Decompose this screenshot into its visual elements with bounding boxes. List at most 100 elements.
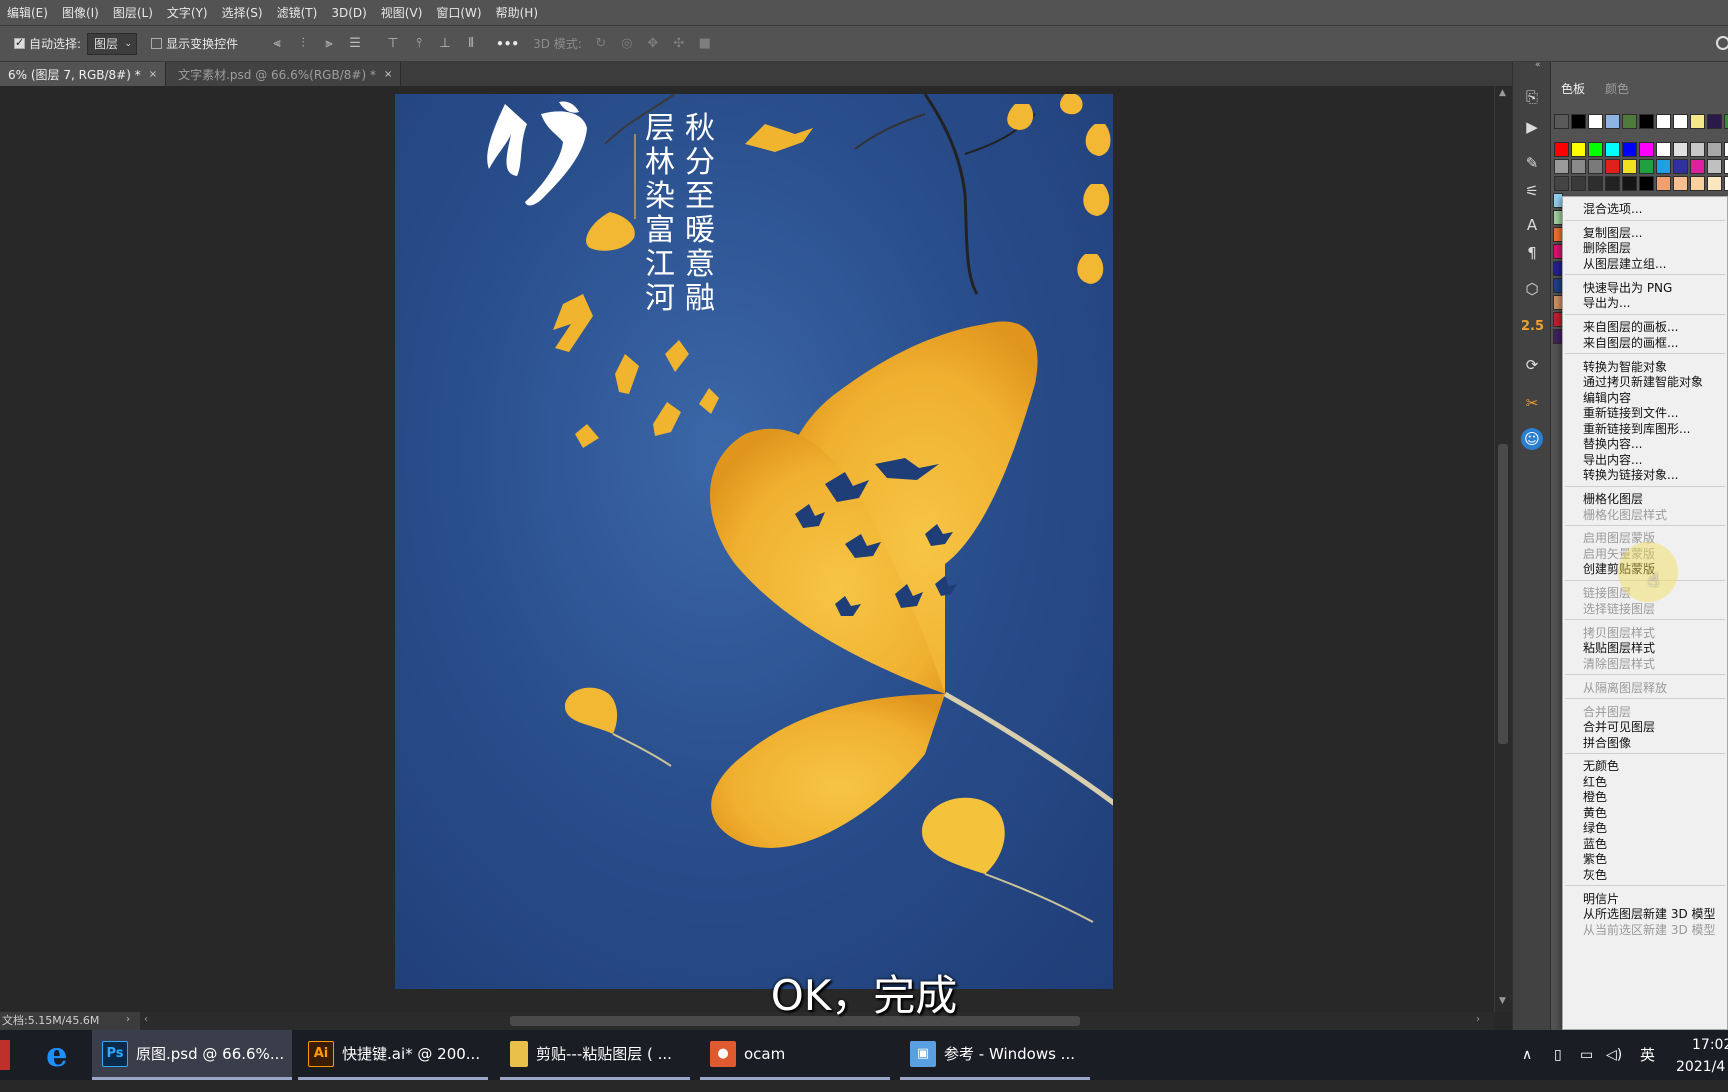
color-swatch[interactable] <box>1605 176 1620 191</box>
color-swatch[interactable] <box>1639 159 1654 174</box>
menu-layer[interactable]: 图层(L) <box>106 4 160 21</box>
context-menu-item[interactable]: 通过拷贝新建智能对象 <box>1583 374 1703 390</box>
color-swatch[interactable] <box>1554 142 1569 157</box>
color-swatch[interactable] <box>1656 114 1671 129</box>
canvas-area[interactable]: 秋分至暖意融 层林染富江河 <box>0 86 1494 1012</box>
context-menu-item[interactable]: 混合选项... <box>1583 201 1642 217</box>
color-swatch[interactable] <box>1656 159 1671 174</box>
context-menu-item[interactable]: 重新链接到库图形... <box>1583 421 1690 437</box>
taskbar-photos[interactable]: ▣ 参考 - Windows ... <box>900 1030 1090 1080</box>
color-swatch[interactable] <box>1588 142 1603 157</box>
context-menu-item[interactable]: 黄色 <box>1583 805 1607 821</box>
align-top-icon[interactable]: ⊤ <box>385 36 401 52</box>
context-menu-item[interactable]: 来自图层的画框... <box>1583 335 1678 351</box>
color-swatch[interactable] <box>1571 176 1586 191</box>
taskbar-illustrator[interactable]: Ai 快捷键.ai* @ 200... <box>298 1030 488 1080</box>
collapse-panels-icon[interactable]: « <box>1535 60 1541 70</box>
color-swatch[interactable] <box>1724 114 1728 129</box>
tab-swatches[interactable]: 色板 <box>1551 76 1595 102</box>
ime-indicator[interactable]: 英 <box>1640 1030 1655 1080</box>
3d-roll-icon[interactable]: ◎ <box>619 36 635 52</box>
color-swatch[interactable] <box>1690 176 1705 191</box>
3d-camera-icon[interactable]: ■ <box>697 36 713 52</box>
context-menu-item[interactable]: 蓝色 <box>1583 836 1607 852</box>
context-menu-item[interactable]: 编辑内容 <box>1583 390 1631 406</box>
color-swatch[interactable] <box>1707 159 1722 174</box>
menu-view[interactable]: 视图(V) <box>374 4 430 21</box>
menu-help[interactable]: 帮助(H) <box>489 4 545 21</box>
plugin-number-icon[interactable]: 2.5 <box>1521 316 1544 338</box>
color-swatch[interactable] <box>1554 159 1569 174</box>
context-menu-item[interactable]: 粘贴图层样式 <box>1583 640 1655 656</box>
3d-slide-icon[interactable]: ✣ <box>671 36 687 52</box>
color-swatch[interactable] <box>1707 142 1722 157</box>
taskbar-photoshop[interactable]: Ps 原图.psd @ 66.6%... <box>92 1030 292 1080</box>
context-menu-item[interactable]: 删除图层 <box>1583 240 1631 256</box>
color-swatch[interactable] <box>1690 142 1705 157</box>
character-icon[interactable]: A <box>1521 214 1543 236</box>
3d-orbit-icon[interactable]: ↻ <box>593 36 609 52</box>
tab-document-2[interactable]: 文字素材.psd @ 66.6%(RGB/8#) * × <box>166 62 402 86</box>
document-canvas[interactable]: 秋分至暖意融 层林染富江河 <box>395 94 1113 989</box>
context-menu-item[interactable]: 绿色 <box>1583 820 1607 836</box>
network-icon[interactable]: ▭ <box>1580 1030 1593 1080</box>
color-swatch[interactable] <box>1690 114 1705 129</box>
color-swatch[interactable] <box>1673 114 1688 129</box>
avatar-plugin-icon[interactable]: ☺ <box>1521 428 1543 450</box>
align-bottom-icon[interactable]: ⊥ <box>437 36 453 52</box>
color-swatch[interactable] <box>1622 176 1637 191</box>
volume-icon[interactable]: ◁) <box>1606 1030 1622 1080</box>
color-swatch[interactable] <box>1605 142 1620 157</box>
context-menu-item[interactable]: 从图层建立组... <box>1583 256 1666 272</box>
align-right-icon[interactable]: ⫸ <box>321 36 337 52</box>
align-left-icon[interactable]: ⫷ <box>269 36 285 52</box>
color-swatch[interactable] <box>1588 114 1603 129</box>
brush-settings-icon[interactable]: ✎ <box>1521 152 1543 174</box>
chevron-up-icon[interactable]: ∧ <box>1522 1030 1532 1080</box>
color-swatch[interactable] <box>1622 159 1637 174</box>
menu-edit[interactable]: 编辑(E) <box>0 4 55 21</box>
app-icon-partial[interactable] <box>0 1040 10 1070</box>
context-menu-item[interactable]: 重新链接到文件... <box>1583 405 1678 421</box>
context-menu-item[interactable]: 转换为智能对象 <box>1583 359 1667 375</box>
menu-image[interactable]: 图像(I) <box>55 4 106 21</box>
clock-date[interactable]: 2021/4 <box>1676 1042 1725 1092</box>
refresh-icon[interactable]: ⟳ <box>1521 354 1543 376</box>
color-swatch[interactable] <box>1605 159 1620 174</box>
align-center-icon[interactable]: ⫶ <box>295 36 311 52</box>
context-menu-item[interactable]: 红色 <box>1583 774 1607 790</box>
context-menu-item[interactable]: 快速导出为 PNG <box>1583 280 1672 296</box>
auto-select-checkbox[interactable] <box>14 36 25 49</box>
color-swatch[interactable] <box>1724 142 1728 157</box>
tab-color[interactable]: 颜色 <box>1595 76 1639 102</box>
distribute-icon[interactable]: ☰ <box>347 36 363 52</box>
close-icon[interactable]: × <box>384 69 392 80</box>
color-swatch[interactable] <box>1588 176 1603 191</box>
distribute-vertical-icon[interactable]: ⦀ <box>463 36 479 52</box>
vertical-scrollbar-thumb[interactable] <box>1498 444 1508 744</box>
color-swatch[interactable] <box>1639 176 1654 191</box>
actions-play-icon[interactable]: ▶ <box>1521 116 1543 138</box>
context-menu-item[interactable]: 替换内容... <box>1583 436 1642 452</box>
scissors-plugin-icon[interactable]: ✂ <box>1521 392 1543 414</box>
color-swatch[interactable] <box>1724 176 1728 191</box>
history-icon[interactable]: ⎘ <box>1521 86 1543 108</box>
context-menu-item[interactable]: 复制图层... <box>1583 225 1642 241</box>
context-menu-item[interactable]: 从所选图层新建 3D 模型 <box>1583 906 1716 922</box>
color-swatch[interactable] <box>1707 114 1722 129</box>
edge-browser-icon[interactable]: e <box>46 1038 78 1072</box>
context-menu-item[interactable]: 栅格化图层 <box>1583 491 1643 507</box>
scroll-up-icon[interactable]: ▲ <box>1499 88 1506 98</box>
context-menu-item[interactable]: 紫色 <box>1583 851 1607 867</box>
color-swatch[interactable] <box>1673 142 1688 157</box>
context-menu-item[interactable]: 合并可见图层 <box>1583 719 1655 735</box>
context-menu-item[interactable]: 来自图层的画板... <box>1583 319 1678 335</box>
color-swatch[interactable] <box>1571 114 1586 129</box>
color-swatch[interactable] <box>1639 142 1654 157</box>
menu-type[interactable]: 文字(Y) <box>160 4 215 21</box>
menu-select[interactable]: 选择(S) <box>215 4 270 21</box>
color-swatch[interactable] <box>1656 176 1671 191</box>
3d-cube-icon[interactable]: ⬡ <box>1521 278 1543 300</box>
taskbar-ocam[interactable]: ● ocam <box>700 1030 890 1080</box>
color-swatch[interactable] <box>1554 176 1569 191</box>
